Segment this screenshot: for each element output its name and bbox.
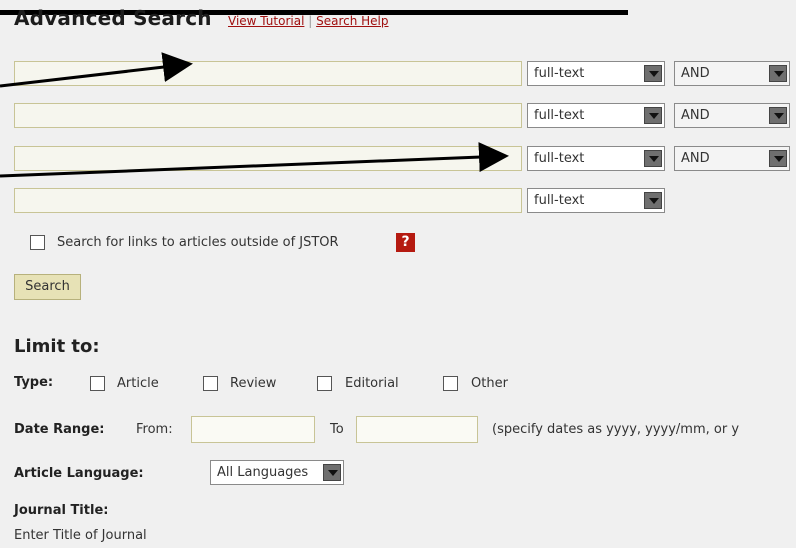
- chevron-down-icon[interactable]: [644, 150, 662, 167]
- language-select[interactable]: All Languages: [210, 460, 344, 485]
- field-select-4[interactable]: full-text: [527, 188, 665, 213]
- type-review-label: Review: [230, 376, 277, 391]
- type-other-checkbox[interactable]: [443, 376, 458, 391]
- type-label: Type:: [14, 375, 54, 390]
- date-from-input[interactable]: [191, 416, 315, 443]
- date-to-input[interactable]: [356, 416, 478, 443]
- chevron-down-icon[interactable]: [644, 107, 662, 124]
- operator-select-1[interactable]: AND: [674, 61, 790, 86]
- chevron-down-icon[interactable]: [644, 65, 662, 82]
- page-title: Advanced Search: [14, 6, 212, 30]
- help-icon[interactable]: ?: [396, 233, 415, 252]
- header-links: View Tutorial | Search Help: [228, 14, 389, 28]
- limit-heading: Limit to:: [14, 336, 100, 357]
- type-other-label: Other: [471, 376, 508, 391]
- type-review-checkbox[interactable]: [203, 376, 218, 391]
- chevron-down-icon[interactable]: [323, 464, 341, 481]
- outside-links-checkbox[interactable]: [30, 235, 45, 250]
- operator-select-3-value: AND: [681, 151, 710, 166]
- search-help-link[interactable]: Search Help: [316, 14, 388, 28]
- field-select-3-value: full-text: [534, 151, 585, 166]
- type-editorial-checkbox[interactable]: [317, 376, 332, 391]
- date-range-label: Date Range:: [14, 422, 105, 437]
- operator-select-2[interactable]: AND: [674, 103, 790, 128]
- query-input-3[interactable]: [14, 146, 522, 171]
- journal-title-label: Journal Title:: [14, 503, 109, 518]
- view-tutorial-link[interactable]: View Tutorial: [228, 14, 304, 28]
- field-select-2[interactable]: full-text: [527, 103, 665, 128]
- type-article-checkbox[interactable]: [90, 376, 105, 391]
- operator-select-2-value: AND: [681, 108, 710, 123]
- operator-select-1-value: AND: [681, 66, 710, 81]
- chevron-down-icon[interactable]: [769, 150, 787, 167]
- date-format-hint: (specify dates as yyyy, yyyy/mm, or y: [492, 422, 740, 437]
- operator-select-3[interactable]: AND: [674, 146, 790, 171]
- query-input-1[interactable]: [14, 61, 522, 86]
- search-button[interactable]: Search: [14, 274, 81, 300]
- outside-links-label: Search for links to articles outside of …: [57, 235, 339, 250]
- type-article-label: Article: [117, 376, 159, 391]
- chevron-down-icon[interactable]: [769, 107, 787, 124]
- language-select-value: All Languages: [217, 465, 309, 480]
- field-select-1-value: full-text: [534, 66, 585, 81]
- field-select-3[interactable]: full-text: [527, 146, 665, 171]
- journal-title-hint: Enter Title of Journal: [14, 528, 147, 543]
- date-from-label: From:: [136, 422, 173, 437]
- link-separator: |: [308, 14, 313, 28]
- field-select-2-value: full-text: [534, 108, 585, 123]
- query-input-4[interactable]: [14, 188, 522, 213]
- chevron-down-icon[interactable]: [769, 65, 787, 82]
- chevron-down-icon[interactable]: [644, 192, 662, 209]
- date-to-label: To: [330, 422, 344, 437]
- language-label: Article Language:: [14, 466, 144, 481]
- type-editorial-label: Editorial: [345, 376, 399, 391]
- field-select-1[interactable]: full-text: [527, 61, 665, 86]
- query-input-2[interactable]: [14, 103, 522, 128]
- field-select-4-value: full-text: [534, 193, 585, 208]
